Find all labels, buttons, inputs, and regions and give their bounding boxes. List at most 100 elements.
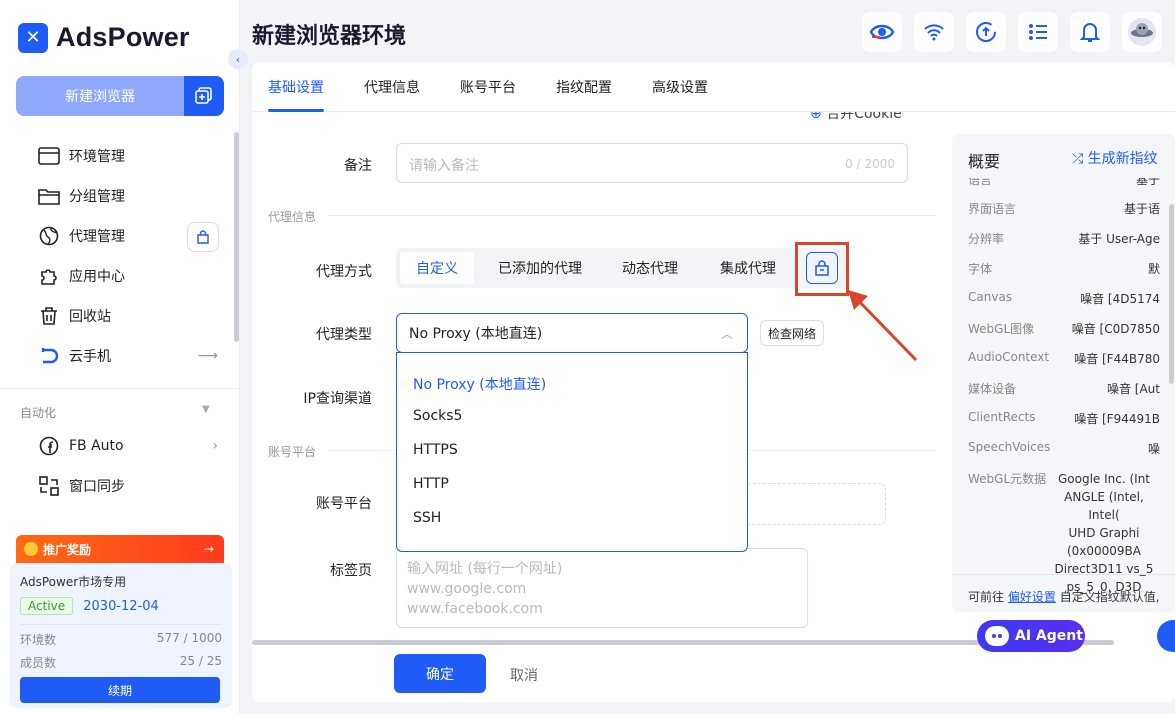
annotation-highlight-box — [795, 242, 849, 296]
overview-row: SpeechVoices 噪 — [968, 440, 1175, 456]
overview-value: 噪音 [Aut — [1106, 382, 1160, 396]
wifi-icon — [924, 24, 944, 41]
sidebar-item-label: 云手机 — [69, 349, 111, 365]
sidebar-divider — [0, 388, 240, 389]
cancel-button[interactable]: 取消 — [510, 665, 538, 685]
tab-fingerprint[interactable]: 指纹配置 — [556, 77, 612, 97]
sidebar-item-proxy[interactable]: 代理管理 — [0, 216, 232, 256]
new-browser-button[interactable]: 新建浏览器 — [16, 76, 224, 116]
sidebar-item-env[interactable]: 环境管理 — [0, 136, 232, 176]
webgl-metadata-value: Google Inc. (Int ANGLE (Intel, Intel( UH… — [968, 470, 1160, 596]
ai-agent-button[interactable]: AI Agent — [977, 620, 1085, 652]
expiry-date: 2030-12-04 — [83, 599, 159, 614]
remark-input[interactable]: 请输入备注 0 / 2000 — [396, 143, 908, 183]
proxy-type-select[interactable]: No Proxy (本地直连) ︿ — [396, 313, 748, 353]
overview-panel: 概要 ⤮ 生成新指纹 语言 基于 界面语言 基于语 分辨率 基于 User-Age 字… — [952, 134, 1175, 612]
network-button[interactable] — [914, 12, 954, 52]
sidebar-item-trash[interactable]: 回收站 — [0, 296, 232, 336]
tab-basic[interactable]: 基础设置 — [268, 77, 324, 97]
proxy-method-saved[interactable]: 已添加的代理 — [488, 252, 592, 284]
overview-footer: 可前往 偏好设置 自定义指纹默认值, — [968, 588, 1160, 605]
shuffle-icon: ⤮ — [1072, 151, 1084, 167]
form-card: 基础设置 代理信息 账号平台 指纹配置 高级设置 ⊕ 合并Cookie 备注 请… — [252, 62, 1175, 702]
section-divider — [328, 215, 936, 216]
sidebar-item-window-sync[interactable]: 窗口同步 — [0, 466, 232, 506]
collapse-sidebar-button[interactable]: ‹ — [228, 49, 248, 69]
proxy-method-dynamic[interactable]: 动态代理 — [608, 252, 692, 284]
proxy-method-integrated[interactable]: 集成代理 — [706, 252, 790, 284]
sync-upload-icon — [976, 22, 996, 42]
caret-down-icon[interactable]: ▼ — [202, 404, 210, 415]
chevron-up-icon: ︿ — [720, 326, 733, 341]
robot-icon — [985, 626, 1009, 646]
check-network-button[interactable]: 检查网络 — [760, 320, 824, 346]
window-sync-icon — [38, 475, 60, 497]
sidebar-scrollbar[interactable] — [234, 132, 239, 342]
proxy-option-https[interactable]: HTTPS — [413, 442, 458, 458]
import-cookie-link[interactable]: ⊕ 合并Cookie — [810, 112, 930, 122]
tabs-placeholder-line: www.facebook.com — [407, 601, 543, 617]
vpn-eye-button[interactable] — [862, 12, 902, 52]
plus-circle-icon: ⊕ — [810, 112, 822, 122]
proxy-section-title: 代理信息 — [268, 210, 317, 224]
proxy-method-custom[interactable]: 自定义 — [400, 252, 474, 284]
proxy-option-http[interactable]: HTTP — [413, 476, 449, 492]
proxy-option-ssh[interactable]: SSH — [413, 510, 441, 526]
tabs-label: 标签页 — [330, 563, 372, 579]
globe-icon — [38, 225, 60, 247]
tab-account[interactable]: 账号平台 — [460, 77, 516, 97]
remark-placeholder: 请输入备注 — [409, 158, 479, 174]
overview-scrollbar[interactable] — [1169, 204, 1174, 384]
user-avatar-button[interactable] — [1122, 12, 1162, 52]
avatar-icon — [1128, 18, 1156, 46]
overview-row-webgl: WebGL元数据 Google Inc. (Int ANGLE (Intel, … — [968, 470, 1175, 594]
generate-fingerprint-button[interactable]: ⤮ 生成新指纹 — [1072, 148, 1158, 168]
sidebar-item-label: 分组管理 — [69, 189, 125, 205]
sidebar-item-group[interactable]: 分组管理 — [0, 176, 232, 216]
proxy-option-none[interactable]: No Proxy (本地直连) — [413, 374, 546, 394]
tab-advanced[interactable]: 高级设置 — [652, 77, 708, 97]
arrow-right-icon: ⟶ — [197, 348, 218, 364]
member-count-label: 成员数 — [20, 656, 57, 670]
ip-channel-label: IP查询渠道 — [303, 391, 372, 407]
proxy-option-socks5[interactable]: Socks5 — [413, 408, 462, 424]
member-count-row: 成员数 25 / 25 — [20, 654, 222, 671]
new-browser-label[interactable]: 新建浏览器 — [16, 76, 184, 116]
preferences-link[interactable]: 偏好设置 — [1008, 590, 1056, 604]
sync-button[interactable] — [966, 12, 1006, 52]
overview-value: 噪 — [1147, 442, 1160, 456]
overview-value: 噪音 [F94491B — [1074, 412, 1160, 426]
tab-proxy[interactable]: 代理信息 — [364, 77, 420, 97]
sidebar-item-fb-auto[interactable]: FB Auto › — [0, 426, 232, 466]
puzzle-icon — [38, 265, 60, 287]
sidebar-item-apps[interactable]: 应用中心 — [0, 256, 232, 296]
folder-icon — [38, 185, 60, 207]
ai-agent-label: AI Agent — [1015, 628, 1083, 644]
overview-row: 媒体设备 噪音 [Aut — [968, 380, 1175, 397]
remark-label: 备注 — [344, 158, 372, 174]
proxy-shop-button[interactable] — [187, 222, 219, 252]
env-count-value: 577 / 1000 — [156, 631, 222, 645]
confirm-button[interactable]: 确定 — [394, 654, 486, 693]
webgl-line: UHD Graphi — [1068, 526, 1140, 540]
logo[interactable]: ✕ AdsPower — [18, 22, 190, 53]
batch-add-icon[interactable] — [184, 76, 224, 116]
proxy-method-label: 代理方式 — [316, 264, 372, 280]
tab-bar: 基础设置 代理信息 账号平台 指纹配置 高级设置 — [252, 62, 1175, 112]
overview-row: WebGL图像 噪音 [C0D7850 — [968, 320, 1175, 337]
tabs-url-textarea[interactable]: 输入网址 (每行一个网址) www.google.com www.faceboo… — [396, 548, 808, 628]
active-tab-indicator — [268, 109, 324, 112]
notification-button[interactable] — [1070, 12, 1110, 52]
proxy-type-value: No Proxy (本地直连) — [409, 326, 543, 342]
trash-icon — [38, 305, 60, 327]
overview-row: 字体默 — [968, 260, 1175, 277]
proxy-type-dropdown: No Proxy (本地直连) Socks5 HTTPS HTTP SSH — [396, 352, 748, 552]
renew-button[interactable]: 续期 — [20, 677, 220, 703]
promo-reward-banner[interactable]: 推广奖励 → — [16, 535, 224, 563]
sidebar-item-cloud-phone[interactable]: 云手机 ⟶ — [0, 336, 232, 376]
webgl-line: ANGLE (Intel, Intel( — [1064, 490, 1144, 522]
automation-section-label: 自动化 — [20, 406, 57, 420]
sidebar-item-label: 应用中心 — [69, 269, 125, 285]
promo-reward-label: 推广奖励 — [43, 542, 92, 557]
task-list-button[interactable] — [1018, 12, 1058, 52]
